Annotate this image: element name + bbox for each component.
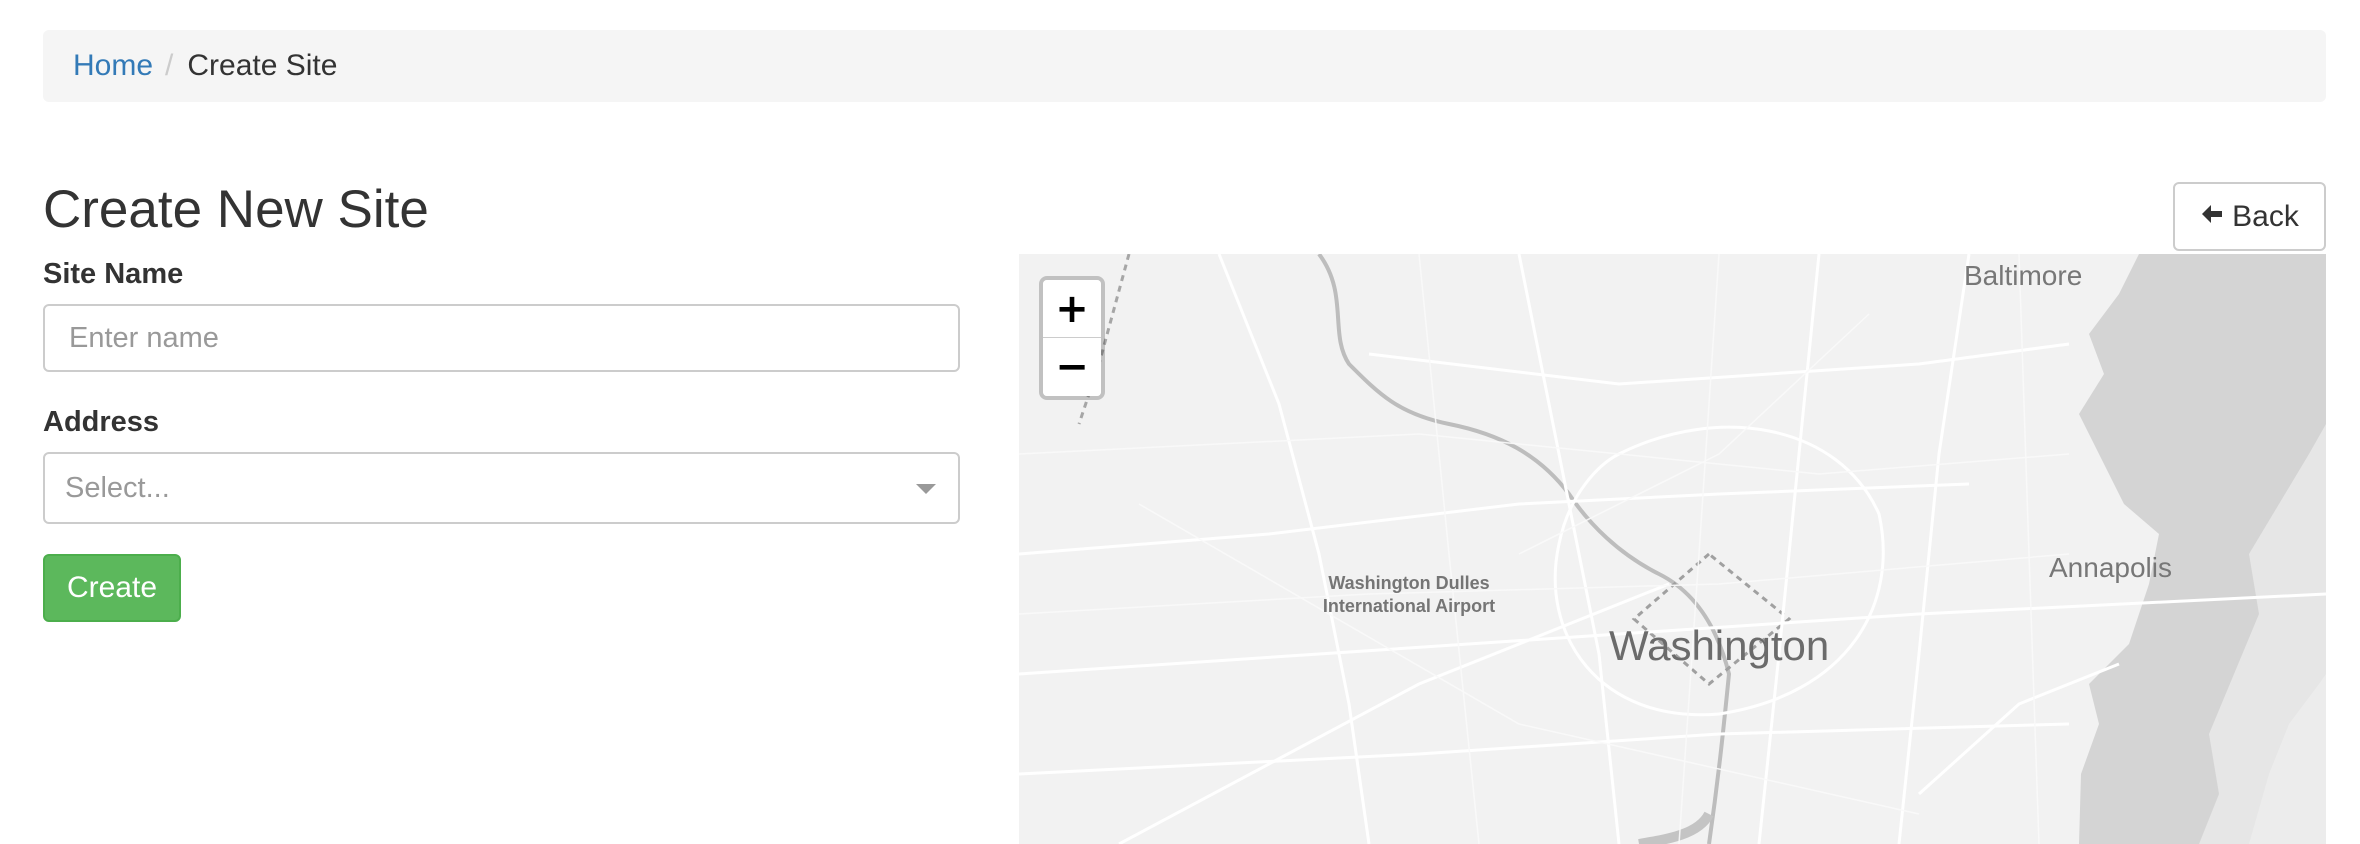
page-title: Create New Site <box>43 180 429 239</box>
map-label-annapolis: Annapolis <box>2049 552 2172 583</box>
breadcrumb-home-link[interactable]: Home <box>73 49 153 83</box>
map[interactable]: + − Baltimore Annapolis Washington Washi… <box>1019 254 2326 844</box>
address-label: Address <box>43 406 160 438</box>
site-name-label: Site Name <box>43 258 184 290</box>
zoom-control: + − <box>1039 276 1105 400</box>
breadcrumb-current: Create Site <box>187 49 338 82</box>
map-label-baltimore: Baltimore <box>1964 260 2083 291</box>
map-label-dulles-line1: Washington Dulles <box>1328 573 1490 593</box>
address-select[interactable]: Select... <box>43 452 960 524</box>
chevron-down-icon <box>916 484 936 494</box>
map-label-washington: Washington <box>1609 622 1830 669</box>
map-label-dulles-line2: International Airport <box>1322 596 1496 616</box>
map-tiles <box>1019 254 2326 844</box>
back-button-label: Back <box>2232 199 2299 233</box>
site-name-input[interactable] <box>43 304 960 372</box>
address-select-placeholder: Select... <box>65 471 170 504</box>
map-label-dulles-airport: Washington Dulles International Airport <box>1309 572 1509 618</box>
arrow-left-icon <box>2200 200 2224 234</box>
back-button[interactable]: Back <box>2173 182 2326 251</box>
breadcrumb: Home / Create Site <box>43 30 2326 102</box>
breadcrumb-separator: / <box>165 49 174 82</box>
create-button[interactable]: Create <box>43 554 181 622</box>
zoom-in-button[interactable]: + <box>1043 280 1101 338</box>
zoom-out-button[interactable]: − <box>1043 338 1101 396</box>
